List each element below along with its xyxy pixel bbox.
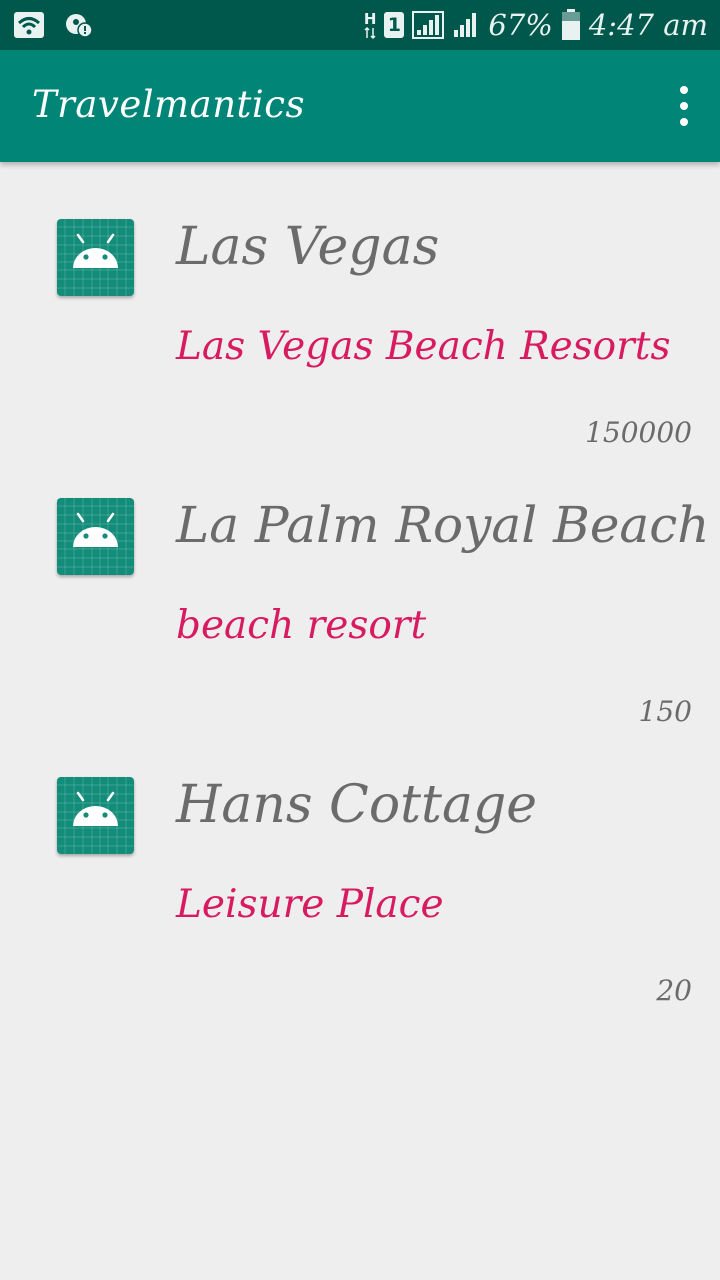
signal-icon xyxy=(412,11,445,39)
android-icon xyxy=(57,777,134,854)
overflow-menu-icon[interactable] xyxy=(672,86,696,126)
data-arrows-icon xyxy=(364,26,376,39)
deal-title: La Palm Royal Beach xyxy=(176,496,710,554)
deal-description: Las Vegas Beach Resorts xyxy=(176,324,671,369)
deal-title: Las Vegas xyxy=(176,217,440,277)
app-title: Travelmantics xyxy=(32,83,305,126)
wifi-icon xyxy=(14,12,44,38)
sim-badge: 1 xyxy=(384,12,405,38)
deal-list: Las Vegas Las Vegas Beach Resorts 150000… xyxy=(0,162,720,1007)
list-item[interactable]: La Palm Royal Beach beach resort 150 xyxy=(0,441,720,728)
android-icon xyxy=(57,498,134,575)
signal-icon-secondary xyxy=(454,13,477,37)
battery-percent: 67% xyxy=(488,7,553,42)
list-item[interactable]: Las Vegas Las Vegas Beach Resorts 150000 xyxy=(0,162,720,449)
deal-description: Leisure Place xyxy=(176,882,444,927)
battery-icon xyxy=(561,9,580,40)
app-bar: Travelmantics xyxy=(0,50,720,162)
list-item[interactable]: Hans Cottage Leisure Place 20 xyxy=(0,720,720,1007)
notification-icon xyxy=(66,14,93,38)
deal-description: beach resort xyxy=(176,603,427,648)
clock: 4:47 am xyxy=(588,7,708,42)
deal-price: 20 xyxy=(656,974,692,1007)
status-bar: H 1 67% 4:47 am xyxy=(0,0,720,50)
network-type-label: H xyxy=(363,9,377,28)
deal-title: Hans Cottage xyxy=(176,775,538,835)
android-icon xyxy=(57,219,134,296)
